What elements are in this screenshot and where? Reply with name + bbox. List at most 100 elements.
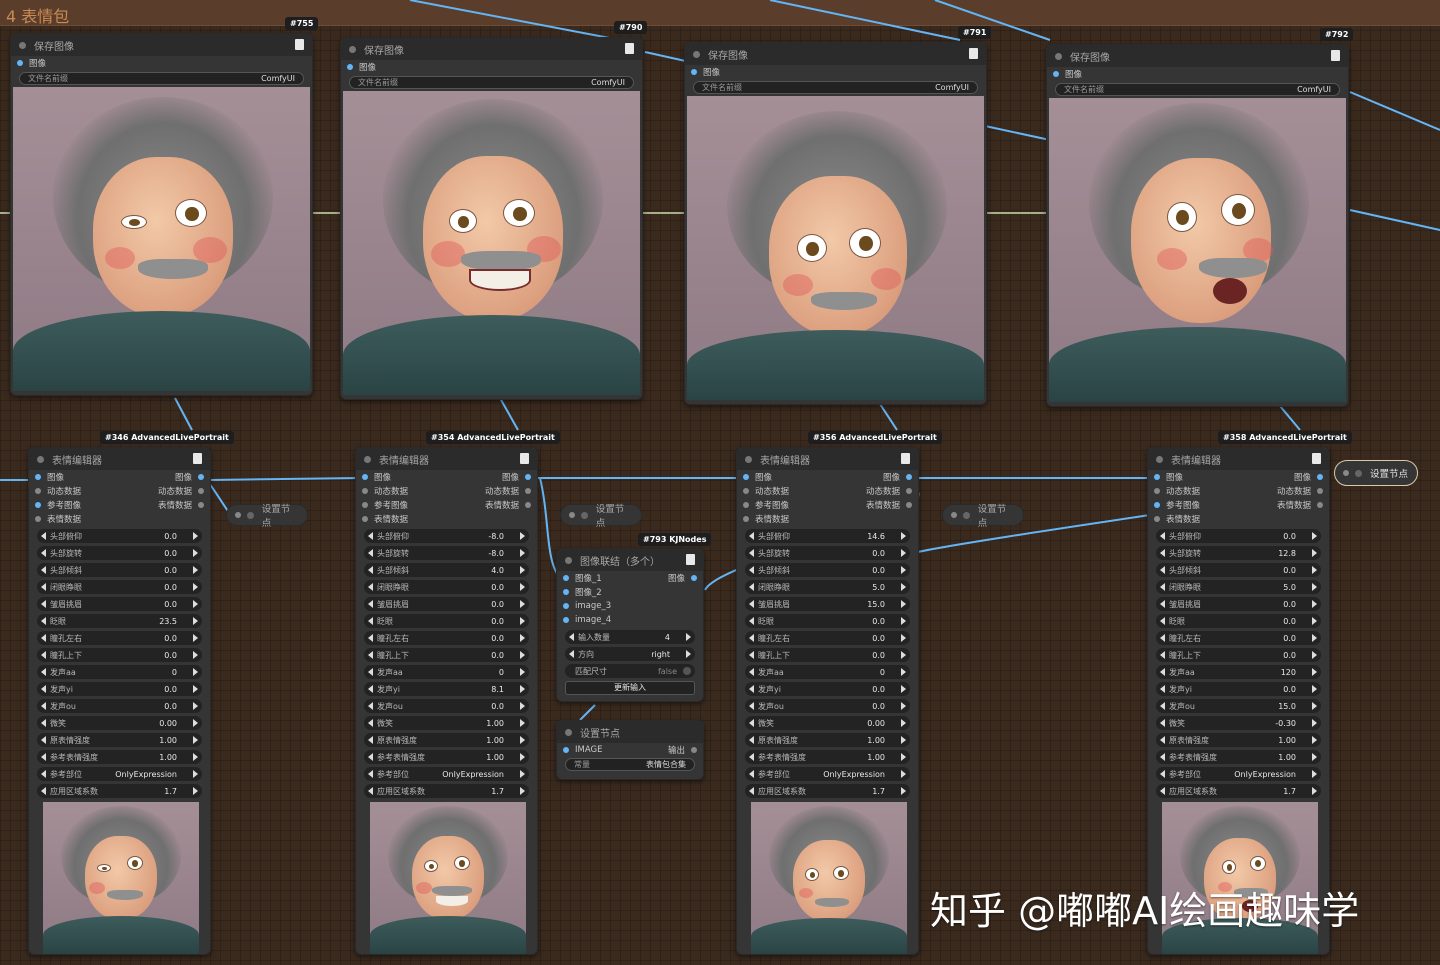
filename-prefix-field[interactable]: 文件名前缀 ComfyUI — [1055, 83, 1340, 96]
update-inputs-button[interactable]: 更新输入 — [565, 681, 695, 695]
input-port-image[interactable]: 图像 — [685, 65, 986, 79]
document-icon[interactable] — [686, 554, 695, 565]
output-socket[interactable] — [198, 474, 204, 480]
decrement-icon[interactable] — [1160, 532, 1165, 540]
increment-icon[interactable] — [193, 702, 198, 710]
slider-widget[interactable]: 头部倾斜 0.0 — [37, 563, 202, 577]
increment-icon[interactable] — [520, 736, 525, 744]
slider-widget[interactable]: 参考表情强度 1.00 — [1156, 750, 1321, 764]
decrement-icon[interactable] — [41, 617, 46, 625]
increment-icon[interactable] — [1312, 583, 1317, 591]
increment-icon[interactable] — [901, 651, 906, 659]
increment-icon[interactable] — [193, 583, 198, 591]
increment-icon[interactable] — [193, 668, 198, 676]
document-icon[interactable] — [625, 43, 634, 54]
decrement-icon[interactable] — [749, 753, 754, 761]
decrement-icon[interactable] — [749, 770, 754, 778]
increment-icon[interactable] — [901, 702, 906, 710]
slider-widget[interactable]: 头部俯仰 0.0 — [37, 529, 202, 543]
decrement-icon[interactable] — [749, 736, 754, 744]
increment-icon[interactable] — [520, 651, 525, 659]
slider-widget[interactable]: 发声aa 120 — [1156, 665, 1321, 679]
input-socket[interactable] — [563, 589, 569, 595]
port-row[interactable]: 动态数据 动态数据 — [356, 484, 537, 498]
decrement-icon[interactable] — [368, 566, 373, 574]
expression-editor-node[interactable]: 表情编辑器 图像 图像 动态数据 动态数据 参考图像 表情数据 表情数据 头部俯仰 14… — [736, 447, 919, 955]
increment-icon[interactable] — [901, 736, 906, 744]
increment-icon[interactable] — [193, 549, 198, 557]
filename-prefix-field[interactable]: 文件名前缀 ComfyUI — [19, 72, 304, 85]
slider-widget[interactable]: 参考表情强度 1.00 — [37, 750, 202, 764]
port-row[interactable]: 表情数据 — [356, 512, 537, 526]
group-title[interactable]: 4 表情包 — [0, 0, 1440, 26]
increment-icon[interactable] — [901, 668, 906, 676]
slider-widget[interactable]: 皱眉挑眉 15.0 — [745, 597, 910, 611]
increment-icon[interactable] — [193, 532, 198, 540]
slider-widget[interactable]: 皱眉挑眉 0.0 — [37, 597, 202, 611]
increment-icon[interactable] — [901, 753, 906, 761]
set-node-pill-selected[interactable]: 设置节点 — [1334, 460, 1418, 486]
decrement-icon[interactable] — [41, 736, 46, 744]
increment-icon[interactable] — [686, 633, 691, 641]
expression-editor-node[interactable]: 表情编辑器 图像 图像 动态数据 动态数据 参考图像 表情数据 表情数据 头部俯仰 0.… — [1147, 447, 1330, 955]
port-row[interactable]: 参考图像 表情数据 — [356, 498, 537, 512]
filename-prefix-field[interactable]: 文件名前缀 ComfyUI — [693, 81, 978, 94]
output-socket[interactable] — [1317, 488, 1323, 494]
increment-icon[interactable] — [520, 566, 525, 574]
decrement-icon[interactable] — [368, 583, 373, 591]
increment-icon[interactable] — [193, 770, 198, 778]
document-icon[interactable] — [1312, 453, 1321, 464]
collapse-dot[interactable] — [565, 556, 572, 564]
increment-icon[interactable] — [520, 702, 525, 710]
decrement-icon[interactable] — [749, 685, 754, 693]
decrement-icon[interactable] — [368, 719, 373, 727]
decrement-icon[interactable] — [368, 634, 373, 642]
decrement-icon[interactable] — [1160, 719, 1165, 727]
increment-icon[interactable] — [193, 753, 198, 761]
decrement-icon[interactable] — [1160, 583, 1165, 591]
node-header[interactable]: 设置节点 — [557, 721, 703, 743]
output-socket[interactable] — [691, 747, 697, 753]
input-socket[interactable] — [362, 474, 368, 480]
document-icon[interactable] — [901, 453, 910, 464]
increment-icon[interactable] — [901, 600, 906, 608]
document-icon[interactable] — [520, 453, 529, 464]
port-row[interactable]: image_3 — [557, 599, 703, 613]
save-image-node[interactable]: 保存图像 图像 文件名前缀 ComfyUI — [10, 33, 313, 396]
constant-field[interactable]: 常量 表情包合集 — [565, 758, 695, 771]
slider-widget[interactable]: 发声ou 0.0 — [364, 699, 529, 713]
decrement-icon[interactable] — [1160, 668, 1165, 676]
port-row[interactable]: 动态数据 动态数据 — [29, 484, 210, 498]
slider-widget[interactable]: 应用区域系数 1.7 — [1156, 784, 1321, 798]
slider-widget[interactable]: 参考表情强度 1.00 — [364, 750, 529, 764]
slider-widget[interactable]: 应用区域系数 1.7 — [37, 784, 202, 798]
slider-widget[interactable]: 微笑 0.00 — [745, 716, 910, 730]
decrement-icon[interactable] — [41, 702, 46, 710]
increment-icon[interactable] — [1312, 634, 1317, 642]
decrement-icon[interactable] — [1160, 736, 1165, 744]
decrement-icon[interactable] — [1160, 651, 1165, 659]
collapse-dot[interactable] — [580, 511, 588, 519]
direction-widget[interactable]: 方向 right — [565, 647, 695, 661]
input-socket[interactable] — [362, 516, 368, 522]
decrement-icon[interactable] — [1160, 702, 1165, 710]
decrement-icon[interactable] — [368, 787, 373, 795]
node-header[interactable]: 保存图像 — [341, 38, 642, 60]
increment-icon[interactable] — [1312, 651, 1317, 659]
input-socket[interactable] — [235, 512, 241, 518]
node-header[interactable]: 保存图像 — [1047, 45, 1348, 67]
slider-widget[interactable]: 原表情强度 1.00 — [37, 733, 202, 747]
input-socket[interactable] — [35, 502, 41, 508]
increment-icon[interactable] — [1312, 549, 1317, 557]
decrement-icon[interactable] — [1160, 549, 1165, 557]
decrement-icon[interactable] — [1160, 617, 1165, 625]
decrement-icon[interactable] — [41, 566, 46, 574]
input-socket[interactable] — [743, 516, 749, 522]
increment-icon[interactable] — [1312, 532, 1317, 540]
node-header[interactable]: 保存图像 — [685, 43, 986, 65]
decrement-icon[interactable] — [368, 600, 373, 608]
slider-widget[interactable]: 发声ou 15.0 — [1156, 699, 1321, 713]
decrement-icon[interactable] — [1160, 600, 1165, 608]
set-constant-node[interactable]: 设置节点 IMAGE 输出 常量 表情包合集 — [556, 720, 704, 780]
port-row[interactable]: 参考图像 表情数据 — [1148, 498, 1329, 512]
